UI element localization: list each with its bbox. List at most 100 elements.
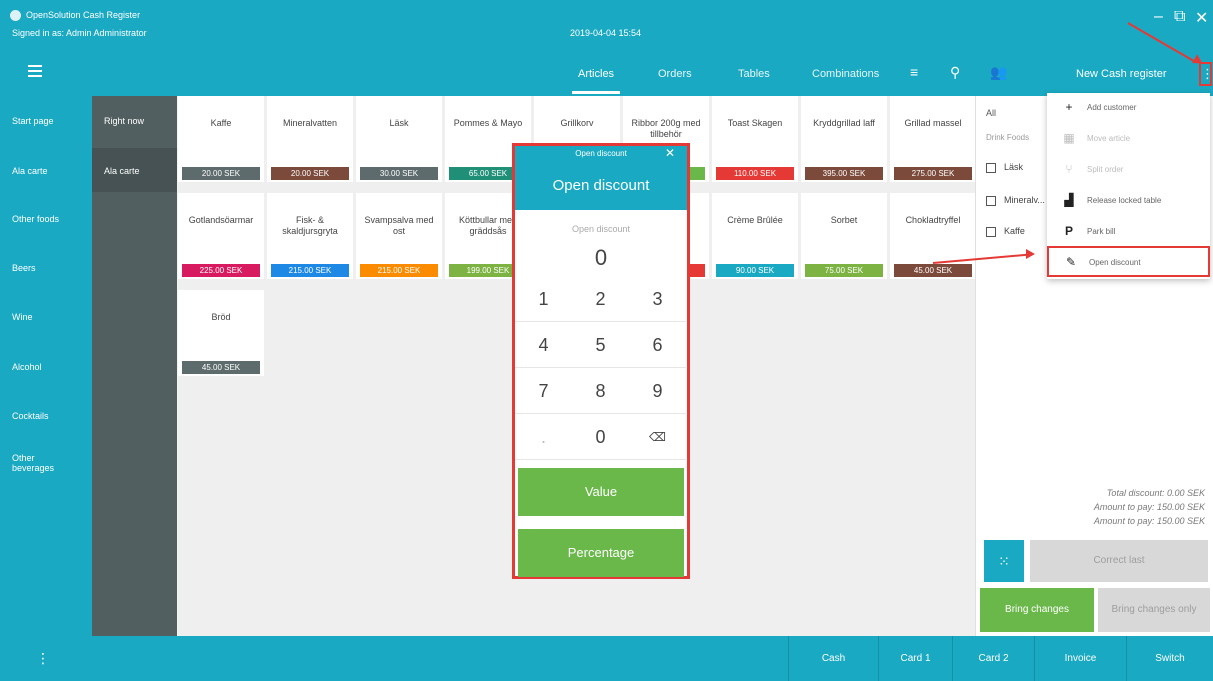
value-button[interactable]: Value xyxy=(518,468,684,516)
card-2-button[interactable]: Card 2 xyxy=(952,636,1034,681)
menu-item-release-locked-table[interactable]: ▟ Release locked table xyxy=(1047,186,1210,217)
article-tile[interactable]: Fisk- & skaldjursgryta 215.00 SEK xyxy=(267,193,353,279)
keypad-key-6[interactable]: 6 xyxy=(629,322,686,368)
decimal-key[interactable]: . xyxy=(515,414,572,460)
menu-label: Release locked table xyxy=(1087,196,1162,205)
row-label: Läsk xyxy=(1004,162,1024,172)
close-window-icon[interactable]: ✕ xyxy=(1195,8,1208,28)
open-discount-dialog: Open discount ✕ Open discount Open disco… xyxy=(512,143,690,579)
category-sidebar: Start page Ala carte Other foods Beers W… xyxy=(0,96,92,636)
close-icon[interactable]: ✕ xyxy=(665,146,675,161)
keypad-key-3[interactable]: 3 xyxy=(629,276,686,322)
article-price: 215.00 SEK xyxy=(271,264,349,277)
keypad-key-7[interactable]: 7 xyxy=(515,368,572,414)
article-tile[interactable]: Sorbet 75.00 SEK xyxy=(801,193,887,279)
keypad-key-5[interactable]: 5 xyxy=(572,322,629,368)
dialog-title: Open discount xyxy=(515,161,687,210)
keypad-key-0[interactable]: 0 xyxy=(572,414,629,460)
subcategory-right-now[interactable]: Right now xyxy=(104,116,144,126)
keypad-icon[interactable]: ⁙ xyxy=(984,540,1024,582)
order-row[interactable]: Läsk xyxy=(986,162,1023,173)
category-start-page[interactable]: Start page xyxy=(12,116,54,126)
keypad-key-8[interactable]: 8 xyxy=(572,368,629,414)
article-price: 275.00 SEK xyxy=(894,167,972,180)
filter-icon[interactable]: ≡ xyxy=(910,64,918,80)
article-price: 20.00 SEK xyxy=(182,167,260,180)
category-beers[interactable]: Beers xyxy=(12,263,36,273)
article-tile[interactable]: Grillad massel 275.00 SEK xyxy=(890,96,976,182)
article-name: Chokladtryffel xyxy=(905,215,961,225)
row-checkbox[interactable] xyxy=(986,195,996,206)
signed-in-label: Signed in as: Admin Administrator xyxy=(12,28,147,38)
menu-item-split-order[interactable]: ⑂ Split order xyxy=(1047,155,1210,186)
menu-item-open-discount[interactable]: ✎ Open discount xyxy=(1047,246,1210,277)
backspace-key[interactable]: ⌫ xyxy=(629,414,686,460)
keypad-key-1[interactable]: 1 xyxy=(515,276,572,322)
category-ala-carte[interactable]: Ala carte xyxy=(12,166,48,176)
discount-placeholder: Open discount xyxy=(571,224,631,234)
menu-label: Split order xyxy=(1087,165,1124,174)
cash-button[interactable]: Cash xyxy=(788,636,878,681)
article-tile[interactable]: Bröd 45.00 SEK xyxy=(178,290,264,376)
article-name: Crème Brûlée xyxy=(727,215,783,225)
more-icon[interactable]: ⋮ xyxy=(36,650,50,667)
unlock-icon: ▟ xyxy=(1064,193,1074,207)
subcategory-ala-carte[interactable]: Ala carte xyxy=(104,166,140,176)
row-checkbox[interactable] xyxy=(986,226,996,237)
switch-button[interactable]: Switch xyxy=(1126,636,1213,681)
keypad-key-4[interactable]: 4 xyxy=(515,322,572,368)
keypad-key-2[interactable]: 2 xyxy=(572,276,629,322)
search-icon[interactable]: ⚲ xyxy=(950,64,960,81)
bring-changes-button[interactable]: Bring changes xyxy=(980,588,1094,632)
category-cocktails[interactable]: Cocktails xyxy=(12,411,49,421)
datetime-label: 2019-04-04 15:54 xyxy=(570,28,642,38)
menu-item-move-article[interactable]: ▦ Move article xyxy=(1047,124,1210,155)
article-tile[interactable]: Crème Brûlée 90.00 SEK xyxy=(712,193,798,279)
article-tile[interactable]: Chokladtryffel 45.00 SEK xyxy=(890,193,976,279)
bring-changes-only-button[interactable]: Bring changes only xyxy=(1098,588,1210,632)
article-price: 45.00 SEK xyxy=(182,361,260,374)
order-tab-all[interactable]: All xyxy=(986,108,996,118)
move-article-icon: ▦ xyxy=(1063,131,1075,145)
tab-combinations[interactable]: Combinations xyxy=(812,68,879,80)
article-tile[interactable]: Svampsalva med ost 215.00 SEK xyxy=(356,193,442,279)
tab-tables[interactable]: Tables xyxy=(738,68,770,80)
category-wine[interactable]: Wine xyxy=(12,312,33,322)
article-name: Kaffe xyxy=(210,118,232,128)
restore-icon[interactable]: ⧉ xyxy=(1174,8,1185,26)
menu-item-add-customer[interactable]: + Add customer xyxy=(1047,93,1210,124)
article-tile[interactable]: Gotlandsöarmar 225.00 SEK xyxy=(178,193,264,279)
nav-bar: Articles Orders Tables Combinations ≡ ⚲ … xyxy=(0,52,1213,96)
invoice-button[interactable]: Invoice xyxy=(1034,636,1126,681)
customer-icon[interactable]: 👥 xyxy=(990,64,1007,81)
category-alcohol[interactable]: Alcohol xyxy=(12,362,42,372)
discount-value[interactable]: 0 xyxy=(515,245,687,271)
article-tile[interactable]: Kryddgrillad laff 395.00 SEK xyxy=(801,96,887,182)
order-row[interactable]: Mineralv... xyxy=(986,195,1045,206)
card-1-button[interactable]: Card 1 xyxy=(878,636,952,681)
category-other-foods[interactable]: Other foods xyxy=(12,214,59,224)
minimize-icon[interactable]: – xyxy=(1154,8,1163,26)
menu-label: Open discount xyxy=(1089,258,1141,267)
article-name: Svampsalva med ost xyxy=(364,215,434,236)
tab-articles[interactable]: Articles xyxy=(571,68,621,94)
article-tile[interactable]: Kaffe 20.00 SEK xyxy=(178,96,264,182)
percentage-button[interactable]: Percentage xyxy=(518,529,684,577)
row-label: Mineralv... xyxy=(1004,195,1045,205)
row-checkbox[interactable] xyxy=(986,162,996,173)
tag-icon: ✎ xyxy=(1065,255,1077,269)
article-name: Läsk xyxy=(389,118,409,128)
correct-last-button[interactable]: Correct last xyxy=(1030,540,1208,582)
title-bar: OpenSolution Cash Register Signed in as:… xyxy=(0,0,1213,52)
tab-orders[interactable]: Orders xyxy=(658,68,692,80)
subcategory-sidebar: Right now Ala carte xyxy=(92,96,177,636)
article-tile[interactable]: Toast Skagen 110.00 SEK xyxy=(712,96,798,182)
article-tile[interactable]: Mineralvatten 20.00 SEK xyxy=(267,96,353,182)
menu-item-park-bill[interactable]: P Park bill xyxy=(1047,217,1210,248)
keypad-key-9[interactable]: 9 xyxy=(629,368,686,414)
article-tile[interactable]: Läsk 30.00 SEK xyxy=(356,96,442,182)
order-row[interactable]: Kaffe xyxy=(986,226,1025,237)
category-other-beverages[interactable]: Other beverages xyxy=(12,453,72,473)
hamburger-menu-icon[interactable] xyxy=(28,65,42,77)
options-menu: + Add customer ▦ Move article ⑂ Split order… xyxy=(1047,93,1210,279)
